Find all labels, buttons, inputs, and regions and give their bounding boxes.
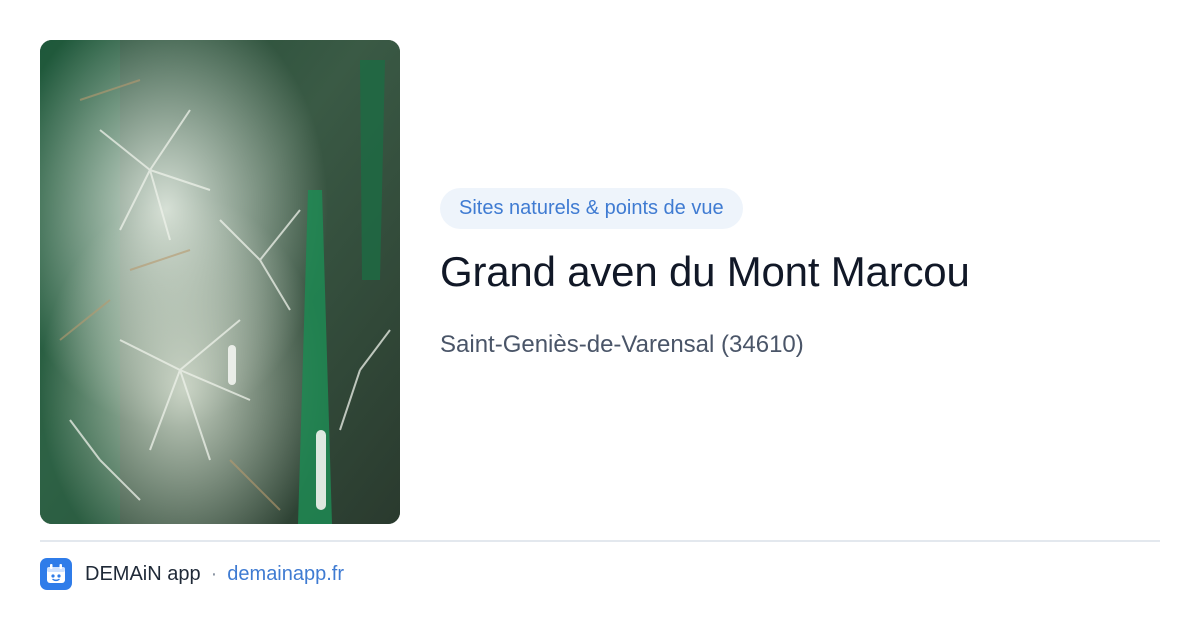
app-domain-link[interactable]: demainapp.fr	[227, 563, 344, 586]
place-title: Grand aven du Mont Marcou	[440, 248, 970, 295]
share-card: Sites naturels & points de vue Grand ave…	[0, 0, 1200, 630]
place-photo	[40, 40, 400, 524]
place-info: Sites naturels & points de vue Grand ave…	[440, 188, 1160, 360]
footer: DEMAiN app · demainapp.fr	[40, 558, 344, 590]
app-name: DEMAiN app	[85, 562, 201, 585]
place-location: Saint-Geniès-de-Varensal (34610)	[440, 331, 804, 359]
footer-divider	[40, 540, 1160, 542]
category-badge[interactable]: Sites naturels & points de vue	[440, 188, 743, 229]
cave-crystals-photo-icon	[40, 40, 400, 524]
footer-separator: ·	[210, 562, 218, 585]
demain-app-logo-icon	[40, 558, 72, 590]
